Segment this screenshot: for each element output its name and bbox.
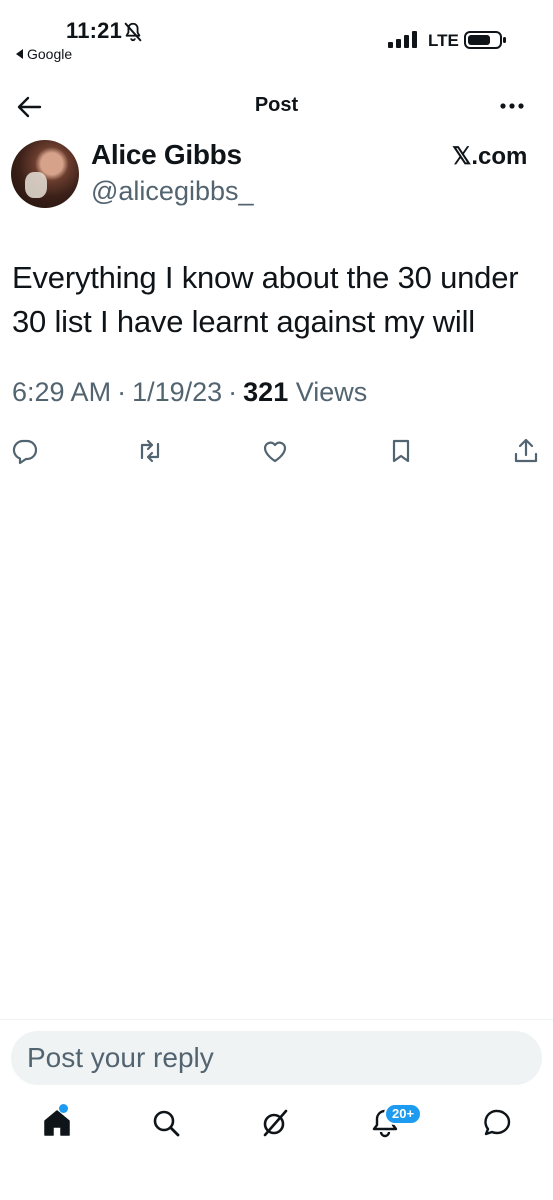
bell-off-icon xyxy=(124,22,142,42)
bookmark-icon[interactable] xyxy=(386,436,416,466)
reply-input[interactable] xyxy=(27,1031,527,1085)
home-new-indicator xyxy=(59,1104,68,1113)
search-icon[interactable] xyxy=(149,1106,183,1140)
post-text: Everything I know about the 30 under 30 … xyxy=(12,260,519,339)
meta-separator: · xyxy=(228,377,238,407)
status-time: 11:21 xyxy=(66,18,123,43)
author-handle[interactable]: @alicegibbs_ xyxy=(91,176,254,207)
source-label: 𝕏.com xyxy=(452,143,528,170)
more-options-icon[interactable] xyxy=(498,96,526,116)
reply-box[interactable] xyxy=(11,1031,542,1085)
post-date: 1/19/23 xyxy=(132,377,223,407)
battery-icon xyxy=(464,31,506,49)
back-triangle-icon xyxy=(16,49,23,59)
share-icon[interactable] xyxy=(511,436,541,466)
meta-separator: · xyxy=(117,377,127,407)
reply-divider xyxy=(0,1019,553,1020)
author-name[interactable]: Alice Gibbs xyxy=(91,139,242,171)
views-count[interactable]: 321 xyxy=(243,377,288,407)
messages-icon[interactable] xyxy=(480,1106,514,1140)
home-icon[interactable] xyxy=(40,1106,74,1140)
grok-icon[interactable] xyxy=(258,1106,292,1140)
back-to-app-link[interactable]: Google xyxy=(16,46,72,62)
page-title: Post xyxy=(254,94,299,116)
status-bar: 11:21 Google LTE xyxy=(0,0,553,72)
post-actions xyxy=(0,436,553,468)
post-meta: 6:29 AM · 1/19/23 · 321 Views xyxy=(12,377,367,408)
avatar[interactable] xyxy=(11,140,79,208)
post-time: 6:29 AM xyxy=(12,377,112,407)
repost-icon[interactable] xyxy=(135,436,165,466)
network-label: LTE xyxy=(428,31,459,50)
post-header: Post xyxy=(0,82,553,130)
views-label: Views xyxy=(295,377,368,407)
signal-icon xyxy=(388,31,417,48)
reply-icon[interactable] xyxy=(10,436,40,466)
notifications-badge: 20+ xyxy=(384,1103,423,1125)
bottom-nav xyxy=(0,1096,553,1156)
like-icon[interactable] xyxy=(260,436,290,466)
back-app-label: Google xyxy=(27,46,73,62)
